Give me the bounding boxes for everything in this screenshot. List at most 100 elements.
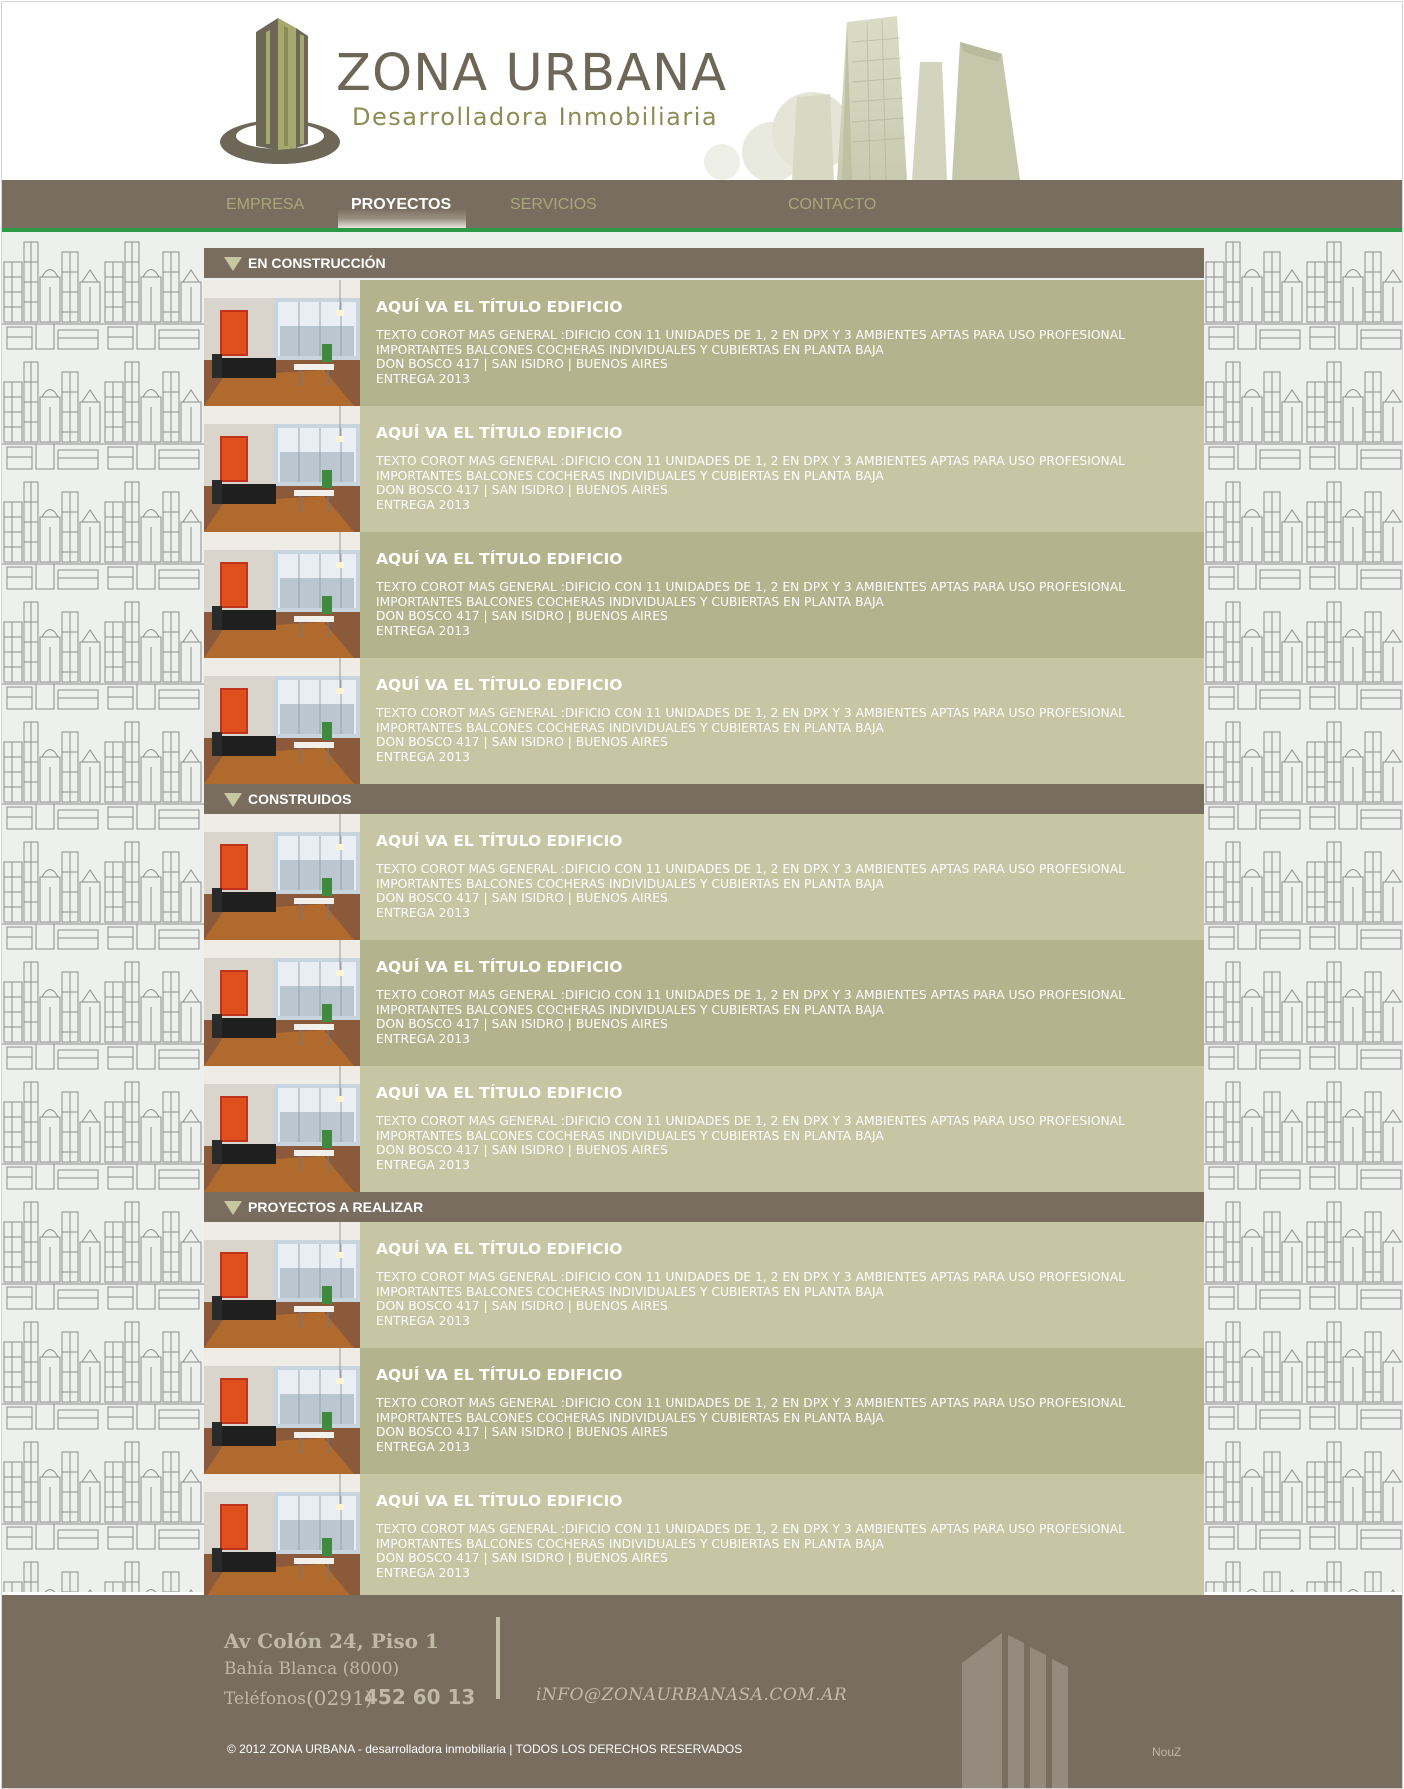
project-delivery: ENTREGA 2013 [376,1157,470,1172]
nav-item-contacto[interactable]: CONTACTO [788,194,876,216]
project-address: DON BOSCO 417 | SAN ISIDRO | BUENOS AIRE… [376,1551,668,1566]
section-title: PROYECTOS A REALIZAR [248,1199,424,1215]
description-line-1: TEXTO COROT MAS GENERAL :DIFICIO CON 11 … [376,328,1126,342]
footer-divider [496,1617,500,1699]
city-pattern-right [1204,232,1402,1592]
project-card[interactable]: AQUÍ VA EL TÍTULO EDIFICIO TEXTO COROT M… [204,1348,1204,1474]
project-title: AQUÍ VA EL TÍTULO EDIFICIO [376,676,623,694]
project-description: TEXTO COROT MAS GENERAL :DIFICIO CON 11 … [376,1270,1196,1328]
project-address: DON BOSCO 417 | SAN ISIDRO | BUENOS AIRE… [376,1143,668,1158]
description-line-2: IMPORTANTES BALCONES COCHERAS INDIVIDUAL… [376,342,884,357]
project-card[interactable]: AQUÍ VA EL TÍTULO EDIFICIO TEXTO COROT M… [204,280,1204,406]
project-address: DON BOSCO 417 | SAN ISIDRO | BUENOS AIRE… [376,609,668,624]
project-address: DON BOSCO 417 | SAN ISIDRO | BUENOS AIRE… [376,735,668,750]
projects-list: EN CONSTRUCCIÓN AQUÍ VA EL TÍTULO EDIFIC… [204,232,1204,1600]
nav-item-empresa[interactable]: EMPRESA [226,194,304,216]
footer-email-link[interactable]: iNFO@ZONAURBANASA.COM.AR [536,1685,847,1705]
description-line-1: TEXTO COROT MAS GENERAL :DIFICIO CON 11 … [376,1396,1126,1410]
project-thumbnail [204,1474,360,1600]
project-title: AQUÍ VA EL TÍTULO EDIFICIO [376,424,623,442]
section-triangle-icon [224,257,242,271]
brand-tagline: Desarrolladora Inmobiliaria [352,103,719,131]
project-description: TEXTO COROT MAS GENERAL :DIFICIO CON 11 … [376,328,1196,386]
project-address: DON BOSCO 417 | SAN ISIDRO | BUENOS AIRE… [376,357,668,372]
project-thumbnail [204,532,360,658]
description-line-2: IMPORTANTES BALCONES COCHERAS INDIVIDUAL… [376,876,884,891]
footer-address-street: Av Colón 24, Piso 1 [224,1629,439,1653]
main-nav: EMPRESA PROYECTOS SERVICIOS CONTACTO [2,180,1402,228]
project-description: TEXTO COROT MAS GENERAL :DIFICIO CON 11 … [376,862,1196,920]
project-thumbnail [204,1066,360,1192]
project-card[interactable]: AQUÍ VA EL TÍTULO EDIFICIO TEXTO COROT M… [204,1474,1204,1600]
project-delivery: ENTREGA 2013 [376,749,470,764]
project-delivery: ENTREGA 2013 [376,1031,470,1046]
description-line-2: IMPORTANTES BALCONES COCHERAS INDIVIDUAL… [376,1284,884,1299]
project-title: AQUÍ VA EL TÍTULO EDIFICIO [376,1492,623,1510]
description-line-2: IMPORTANTES BALCONES COCHERAS INDIVIDUAL… [376,1002,884,1017]
description-line-2: IMPORTANTES BALCONES COCHERAS INDIVIDUAL… [376,1410,884,1425]
building-logo-icon [220,18,340,164]
description-line-2: IMPORTANTES BALCONES COCHERAS INDIVIDUAL… [376,594,884,609]
project-delivery: ENTREGA 2013 [376,1313,470,1328]
project-card[interactable]: AQUÍ VA EL TÍTULO EDIFICIO TEXTO COROT M… [204,532,1204,658]
project-delivery: ENTREGA 2013 [376,371,470,386]
footer-building-icon [962,1633,1068,1788]
project-thumbnail [204,658,360,784]
project-address: DON BOSCO 417 | SAN ISIDRO | BUENOS AIRE… [376,1299,668,1314]
project-description: TEXTO COROT MAS GENERAL :DIFICIO CON 11 … [376,1522,1196,1580]
project-card[interactable]: AQUÍ VA EL TÍTULO EDIFICIO TEXTO COROT M… [204,1066,1204,1192]
nav-item-servicios[interactable]: SERVICIOS [510,194,597,216]
project-thumbnail [204,280,360,406]
project-delivery: ENTREGA 2013 [376,623,470,638]
project-address: DON BOSCO 417 | SAN ISIDRO | BUENOS AIRE… [376,1425,668,1440]
brand-name: ZONA URBANA [336,44,728,103]
project-card[interactable]: AQUÍ VA EL TÍTULO EDIFICIO TEXTO COROT M… [204,658,1204,784]
content-top-strip [204,232,1204,248]
description-line-1: TEXTO COROT MAS GENERAL :DIFICIO CON 11 … [376,1114,1126,1128]
project-thumbnail [204,1222,360,1348]
project-title: AQUÍ VA EL TÍTULO EDIFICIO [376,1240,623,1258]
project-card[interactable]: AQUÍ VA EL TÍTULO EDIFICIO TEXTO COROT M… [204,406,1204,532]
project-address: DON BOSCO 417 | SAN ISIDRO | BUENOS AIRE… [376,891,668,906]
section-triangle-icon [224,793,242,807]
project-title: AQUÍ VA EL TÍTULO EDIFICIO [376,550,623,568]
description-line-1: TEXTO COROT MAS GENERAL :DIFICIO CON 11 … [376,580,1126,594]
footer-copyright: © 2012 ZONA URBANA - desarrolladora inmo… [227,1742,743,1756]
project-title: AQUÍ VA EL TÍTULO EDIFICIO [376,958,623,976]
project-card[interactable]: AQUÍ VA EL TÍTULO EDIFICIO TEXTO COROT M… [204,1222,1204,1348]
description-line-2: IMPORTANTES BALCONES COCHERAS INDIVIDUAL… [376,1128,884,1143]
section-header-construidos[interactable]: CONSTRUIDOS [204,784,1204,814]
page-frame: ZONA URBANA Desarrolladora Inmobiliaria … [1,1,1403,1789]
project-title: AQUÍ VA EL TÍTULO EDIFICIO [376,1084,623,1102]
description-line-1: TEXTO COROT MAS GENERAL :DIFICIO CON 11 … [376,862,1126,876]
section-header-en-construccion[interactable]: EN CONSTRUCCIÓN [204,248,1204,278]
project-description: TEXTO COROT MAS GENERAL :DIFICIO CON 11 … [376,988,1196,1046]
footer-phone-number: 452 60 13 [364,1685,476,1709]
project-title: AQUÍ VA EL TÍTULO EDIFICIO [376,298,623,316]
footer-phone-area: (0291) [306,1686,373,1710]
section-title: CONSTRUIDOS [248,791,352,807]
project-delivery: ENTREGA 2013 [376,905,470,920]
header: ZONA URBANA Desarrolladora Inmobiliaria [2,2,1402,180]
description-line-1: TEXTO COROT MAS GENERAL :DIFICIO CON 11 … [376,454,1126,468]
section-title: EN CONSTRUCCIÓN [248,255,386,271]
footer-address-city: Bahía Blanca (8000) [224,1659,400,1679]
footer-credit-link[interactable]: NouZ [1152,1745,1181,1759]
project-address: DON BOSCO 417 | SAN ISIDRO | BUENOS AIRE… [376,1017,668,1032]
project-thumbnail [204,406,360,532]
project-description: TEXTO COROT MAS GENERAL :DIFICIO CON 11 … [376,454,1196,512]
project-delivery: ENTREGA 2013 [376,1439,470,1454]
project-description: TEXTO COROT MAS GENERAL :DIFICIO CON 11 … [376,1396,1196,1454]
footer: Av Colón 24, Piso 1 Bahía Blanca (8000) … [2,1595,1402,1788]
project-description: TEXTO COROT MAS GENERAL :DIFICIO CON 11 … [376,706,1196,764]
project-card[interactable]: AQUÍ VA EL TÍTULO EDIFICIO TEXTO COROT M… [204,940,1204,1066]
description-line-2: IMPORTANTES BALCONES COCHERAS INDIVIDUAL… [376,1536,884,1551]
description-line-1: TEXTO COROT MAS GENERAL :DIFICIO CON 11 … [376,706,1126,720]
footer-phone-label: Teléfonos: [224,1689,312,1709]
project-thumbnail [204,1348,360,1474]
project-description: TEXTO COROT MAS GENERAL :DIFICIO CON 11 … [376,580,1196,638]
nav-item-proyectos[interactable]: PROYECTOS [351,194,451,216]
section-header-proyectos-a-realizar[interactable]: PROYECTOS A REALIZAR [204,1192,1204,1222]
project-card[interactable]: AQUÍ VA EL TÍTULO EDIFICIO TEXTO COROT M… [204,814,1204,940]
project-delivery: ENTREGA 2013 [376,1565,470,1580]
